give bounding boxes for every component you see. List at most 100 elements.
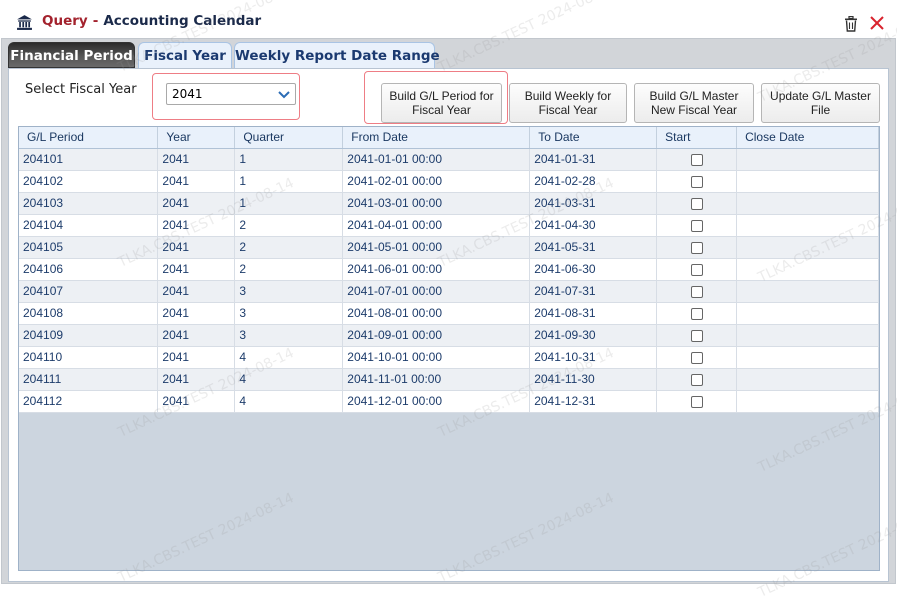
cell-close-date xyxy=(736,236,879,259)
cell-to-date: 2041-07-31 xyxy=(529,280,658,303)
cell-gl-period: 204102 xyxy=(19,170,159,193)
table-row[interactable]: 204108 2041 3 2041-08-01 00:00 2041-08-31 xyxy=(19,302,879,325)
table-row[interactable]: 204107 2041 3 2041-07-01 00:00 2041-07-31 xyxy=(19,280,879,303)
start-checkbox[interactable] xyxy=(690,395,703,408)
start-checkbox[interactable] xyxy=(690,373,703,386)
start-checkbox[interactable] xyxy=(690,285,703,298)
close-icon[interactable] xyxy=(869,15,885,31)
cell-quarter: 1 xyxy=(234,148,344,171)
cell-to-date: 2041-05-31 xyxy=(529,236,658,259)
cell-gl-period: 204104 xyxy=(19,214,159,237)
build-weekly-button[interactable]: Build Weekly for Fiscal Year xyxy=(509,83,627,123)
cell-quarter: 2 xyxy=(234,258,344,281)
cell-start xyxy=(656,302,738,325)
cell-start xyxy=(656,280,738,303)
cell-start xyxy=(656,346,738,369)
cell-start xyxy=(656,368,738,391)
start-checkbox[interactable] xyxy=(690,175,703,188)
column-header-to-date[interactable]: To Date xyxy=(529,127,658,149)
start-checkbox[interactable] xyxy=(690,241,703,254)
cell-start xyxy=(656,170,738,193)
query-label: Query xyxy=(42,13,88,29)
column-header-quarter[interactable]: Quarter xyxy=(234,127,344,149)
cell-year: 2041 xyxy=(157,302,236,325)
cell-from-date: 2041-10-01 00:00 xyxy=(342,346,531,369)
table-row[interactable]: 204106 2041 2 2041-06-01 00:00 2041-06-30 xyxy=(19,258,879,281)
cell-year: 2041 xyxy=(157,346,236,369)
cell-close-date xyxy=(736,192,879,215)
start-checkbox[interactable] xyxy=(690,329,703,342)
cell-close-date xyxy=(736,214,879,237)
trash-icon[interactable] xyxy=(844,16,858,32)
cell-quarter: 1 xyxy=(234,170,344,193)
cell-from-date: 2041-03-01 00:00 xyxy=(342,192,531,215)
table-row[interactable]: 204105 2041 2 2041-05-01 00:00 2041-05-31 xyxy=(19,236,879,259)
start-checkbox[interactable] xyxy=(690,263,703,276)
column-header-close-date[interactable]: Close Date xyxy=(736,127,879,149)
start-checkbox[interactable] xyxy=(690,219,703,232)
cell-to-date: 2041-06-30 xyxy=(529,258,658,281)
table-row[interactable]: 204109 2041 3 2041-09-01 00:00 2041-09-30 xyxy=(19,324,879,347)
cell-from-date: 2041-06-01 00:00 xyxy=(342,258,531,281)
chevron-down-icon xyxy=(278,91,290,99)
column-header-gl-period[interactable]: G/L Period xyxy=(19,127,159,149)
cell-quarter: 2 xyxy=(234,214,344,237)
start-checkbox[interactable] xyxy=(690,153,703,166)
table-row[interactable]: 204104 2041 2 2041-04-01 00:00 2041-04-30 xyxy=(19,214,879,237)
cell-start xyxy=(656,214,738,237)
cell-year: 2041 xyxy=(157,170,236,193)
start-checkbox[interactable] xyxy=(690,307,703,320)
cell-from-date: 2041-05-01 00:00 xyxy=(342,236,531,259)
column-header-year[interactable]: Year xyxy=(157,127,236,149)
tab-fiscal-year[interactable]: Fiscal Year xyxy=(138,42,232,68)
start-checkbox[interactable] xyxy=(690,197,703,210)
cell-quarter: 3 xyxy=(234,280,344,303)
cell-gl-period: 204109 xyxy=(19,324,159,347)
fiscal-year-select[interactable]: 2041 xyxy=(166,83,296,105)
cell-to-date: 2041-10-31 xyxy=(529,346,658,369)
tab-weekly-report-date-range[interactable]: Weekly Report Date Range xyxy=(234,42,440,68)
column-header-from-date[interactable]: From Date xyxy=(342,127,531,149)
cell-year: 2041 xyxy=(157,324,236,347)
table-row[interactable]: 204103 2041 1 2041-03-01 00:00 2041-03-31 xyxy=(19,192,879,215)
cell-quarter: 3 xyxy=(234,302,344,325)
cell-year: 2041 xyxy=(157,214,236,237)
update-gl-master-button[interactable]: Update G/L Master File xyxy=(761,83,880,123)
cell-year: 2041 xyxy=(157,390,236,413)
cell-year: 2041 xyxy=(157,280,236,303)
cell-from-date: 2041-11-01 00:00 xyxy=(342,368,531,391)
table-row[interactable]: 204110 2041 4 2041-10-01 00:00 2041-10-31 xyxy=(19,346,879,369)
column-header-start[interactable]: Start xyxy=(656,127,738,149)
cell-year: 2041 xyxy=(157,192,236,215)
cell-close-date xyxy=(736,170,879,193)
cell-close-date xyxy=(736,368,879,391)
cell-start xyxy=(656,192,738,215)
cell-close-date xyxy=(736,302,879,325)
cell-year: 2041 xyxy=(157,368,236,391)
window-title: Query - Accounting Calendar xyxy=(42,13,261,29)
cell-gl-period: 204103 xyxy=(19,192,159,215)
cell-to-date: 2041-09-30 xyxy=(529,324,658,347)
cell-to-date: 2041-12-31 xyxy=(529,390,658,413)
table-body: 204101 2041 1 2041-01-01 00:00 2041-01-31 204… xyxy=(19,148,879,413)
cell-to-date: 2041-01-31 xyxy=(529,148,658,171)
build-gl-master-button[interactable]: Build G/L Master New Fiscal Year xyxy=(634,83,754,123)
tab-financial-period[interactable]: Financial Period xyxy=(8,42,135,68)
table-row[interactable]: 204111 2041 4 2041-11-01 00:00 2041-11-30 xyxy=(19,368,879,391)
cell-to-date: 2041-11-30 xyxy=(529,368,658,391)
cell-quarter: 4 xyxy=(234,346,344,369)
title-label: Accounting Calendar xyxy=(103,13,262,29)
cell-from-date: 2041-02-01 00:00 xyxy=(342,170,531,193)
cell-close-date xyxy=(736,258,879,281)
table-row[interactable]: 204102 2041 1 2041-02-01 00:00 2041-02-28 xyxy=(19,170,879,193)
table-row[interactable]: 204101 2041 1 2041-01-01 00:00 2041-01-31 xyxy=(19,148,879,171)
cell-from-date: 2041-07-01 00:00 xyxy=(342,280,531,303)
cell-quarter: 4 xyxy=(234,390,344,413)
build-gl-period-button[interactable]: Build G/L Period for Fiscal Year xyxy=(381,83,502,123)
cell-to-date: 2041-02-28 xyxy=(529,170,658,193)
cell-gl-period: 204105 xyxy=(19,236,159,259)
cell-gl-period: 204111 xyxy=(19,368,159,391)
start-checkbox[interactable] xyxy=(690,351,703,364)
table-row[interactable]: 204112 2041 4 2041-12-01 00:00 2041-12-31 xyxy=(19,390,879,413)
cell-gl-period: 204106 xyxy=(19,258,159,281)
